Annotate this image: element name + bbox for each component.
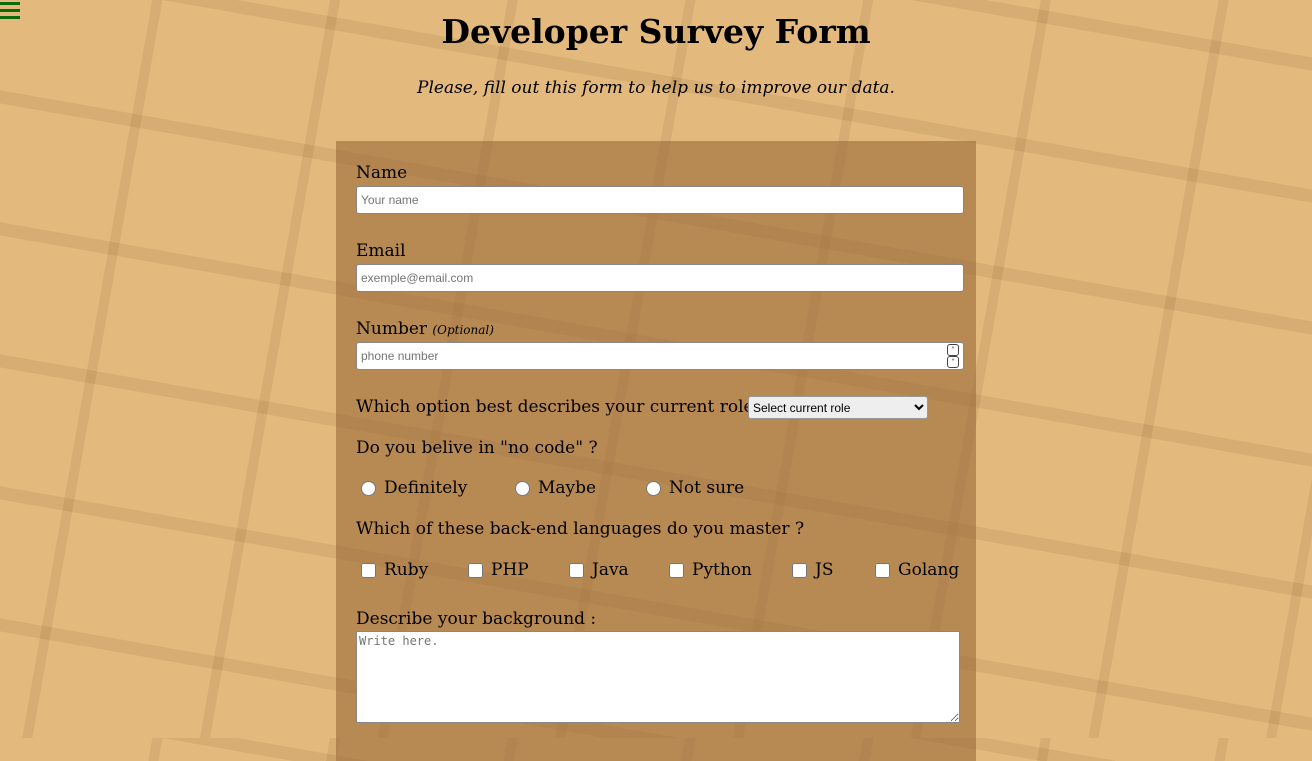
email-label: Email bbox=[356, 241, 406, 261]
chevron-up-icon[interactable]: ˄ bbox=[947, 344, 959, 356]
background-label: Describe your background : bbox=[356, 609, 597, 629]
radio-label: Definitely bbox=[384, 478, 468, 498]
radio-input[interactable] bbox=[361, 480, 376, 496]
checkbox-input[interactable] bbox=[792, 562, 807, 578]
radio-input[interactable] bbox=[646, 480, 661, 496]
email-input[interactable] bbox=[356, 264, 964, 292]
radio-definitely[interactable]: Definitely bbox=[361, 478, 467, 498]
checkbox-label: Python bbox=[692, 560, 753, 580]
checkbox-input[interactable] bbox=[468, 562, 483, 578]
checkbox-java[interactable]: Java bbox=[569, 560, 629, 580]
nocode-label: Do you belive in "no code" ? bbox=[356, 438, 598, 458]
checkbox-label: Ruby bbox=[384, 560, 429, 580]
optional-note: (Optional) bbox=[432, 323, 494, 337]
description: Please, fill out this form to help us to… bbox=[417, 78, 895, 98]
checkbox-input[interactable] bbox=[569, 562, 584, 578]
checkbox-input[interactable] bbox=[361, 562, 376, 578]
radio-maybe[interactable]: Maybe bbox=[515, 478, 596, 498]
role-label: Which option best describes your current… bbox=[356, 397, 769, 417]
radio-label: Not sure bbox=[669, 478, 745, 498]
number-label: Number (Optional) bbox=[356, 319, 494, 339]
checkbox-golang[interactable]: Golang bbox=[875, 560, 959, 580]
checkbox-label: PHP bbox=[491, 560, 529, 580]
number-label-text: Number bbox=[356, 319, 428, 339]
name-label: Name bbox=[356, 163, 408, 183]
background-textarea[interactable] bbox=[356, 631, 960, 723]
radio-not-sure[interactable]: Not sure bbox=[646, 478, 744, 498]
name-input[interactable] bbox=[356, 186, 964, 214]
checkbox-label: Java bbox=[592, 560, 629, 580]
checkbox-python[interactable]: Python bbox=[669, 560, 752, 580]
checkbox-label: Golang bbox=[898, 560, 960, 580]
checkbox-input[interactable] bbox=[669, 562, 684, 578]
radio-input[interactable] bbox=[515, 480, 530, 496]
checkbox-js[interactable]: JS bbox=[792, 560, 833, 580]
radio-label: Maybe bbox=[538, 478, 597, 498]
languages-label: Which of these back-end languages do you… bbox=[356, 519, 805, 539]
survey-form: Name Email Number (Optional) ˄˅ Which op… bbox=[336, 141, 976, 761]
role-select[interactable]: Select current role bbox=[748, 396, 928, 419]
checkbox-input[interactable] bbox=[875, 562, 890, 578]
page-title: Developer Survey Form bbox=[441, 12, 871, 51]
checkbox-ruby[interactable]: Ruby bbox=[361, 560, 428, 580]
number-input[interactable] bbox=[356, 342, 964, 370]
number-spinner[interactable]: ˄ ˅ bbox=[947, 344, 959, 368]
chevron-down-icon[interactable]: ˅ bbox=[947, 356, 959, 368]
checkbox-php[interactable]: PHP bbox=[468, 560, 529, 580]
checkbox-label: JS bbox=[815, 560, 834, 580]
